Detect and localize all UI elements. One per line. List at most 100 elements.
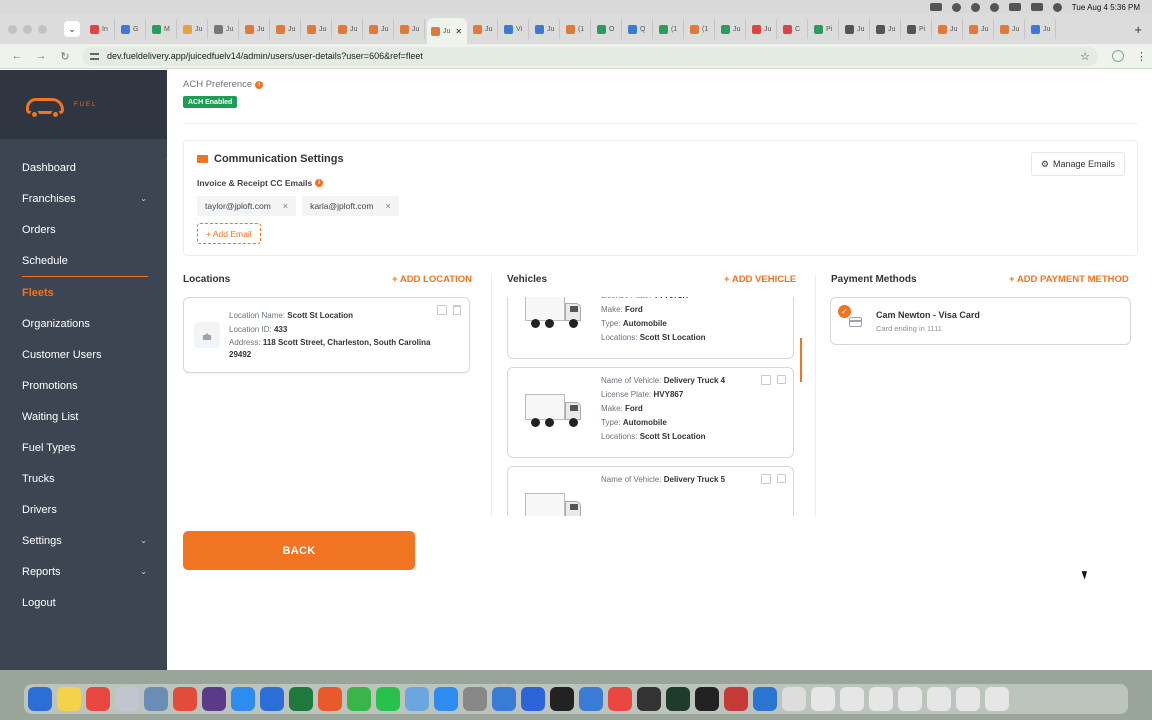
site-info-icon[interactable] <box>90 52 99 60</box>
dock-app-icon[interactable] <box>405 687 429 711</box>
dock-app-icon[interactable] <box>492 687 516 711</box>
sidebar-item-settings[interactable]: Settings ⌄ <box>0 525 167 556</box>
bookmark-star-icon[interactable]: ☆ <box>1080 50 1090 63</box>
dock-app-icon[interactable] <box>840 687 864 711</box>
dock-app-icon[interactable] <box>463 687 487 711</box>
back-button[interactable]: BACK <box>183 531 415 570</box>
sidebar-item-drivers[interactable]: Drivers <box>0 494 167 525</box>
dock-app-icon[interactable] <box>57 687 81 711</box>
browser-tab[interactable]: Ju <box>334 19 363 39</box>
add-location-button[interactable]: + ADD LOCATION <box>392 274 472 285</box>
browser-tab-active[interactable]: Ju ✕ <box>427 18 467 44</box>
dock-app-icon[interactable] <box>724 687 748 711</box>
browser-tab[interactable]: Ju <box>179 19 208 39</box>
remove-email-icon[interactable]: × <box>386 201 391 211</box>
vehicles-scrollbar[interactable] <box>800 338 802 382</box>
add-vehicle-button[interactable]: + ADD VEHICLE <box>724 274 796 285</box>
dock-app-icon[interactable] <box>550 687 574 711</box>
new-tab-button[interactable]: + <box>1134 22 1142 37</box>
location-card[interactable]: Location Name: Scott St Location Locatio… <box>183 297 470 373</box>
dock-app-icon[interactable] <box>86 687 110 711</box>
add-email-button[interactable]: + Add Email <box>197 223 261 244</box>
minimize-window-button[interactable] <box>23 24 32 34</box>
manage-emails-button[interactable]: ⚙ Manage Emails <box>1030 152 1125 176</box>
vehicles-list[interactable]: Name of Vehicle: Delivery Truck 3License… <box>506 297 803 516</box>
status-icon[interactable] <box>951 2 961 12</box>
browser-tab[interactable]: Ju <box>934 19 963 39</box>
dock-app-icon[interactable] <box>28 687 52 711</box>
browser-tab[interactable]: Ju <box>303 19 332 39</box>
dock-app-icon[interactable] <box>985 687 1009 711</box>
sidebar-item-fuel-types[interactable]: Fuel Types <box>0 432 167 463</box>
remove-email-icon[interactable]: × <box>283 201 288 211</box>
dock-app-icon[interactable] <box>956 687 980 711</box>
dock-app-icon[interactable] <box>666 687 690 711</box>
browser-tab[interactable]: Ju <box>996 19 1025 39</box>
browser-tab[interactable]: Pi <box>810 19 839 39</box>
dock-app-icon[interactable] <box>753 687 777 711</box>
play-icon[interactable] <box>970 2 980 12</box>
dock-app-icon[interactable] <box>434 687 458 711</box>
forward-arrow-icon[interactable]: → <box>34 50 48 62</box>
brand-logo[interactable]: juiced FUEL <box>0 70 1152 720</box>
screen-share-icon[interactable] <box>929 3 942 11</box>
copy-icon[interactable] <box>777 375 786 384</box>
zoom-window-button[interactable] <box>38 24 47 34</box>
browser-tab[interactable]: Ju <box>365 19 394 39</box>
sidebar-item-promotions[interactable]: Promotions <box>0 370 167 401</box>
sidebar-item-dashboard[interactable]: Dashboard <box>0 152 167 183</box>
browser-tab[interactable]: Ju <box>469 19 498 39</box>
tab-search-button[interactable]: ⌄ <box>64 21 80 37</box>
dock-app-icon[interactable] <box>695 687 719 711</box>
browser-tab[interactable]: Pi <box>903 19 932 39</box>
profile-icon[interactable] <box>1112 50 1124 62</box>
back-arrow-icon[interactable]: ← <box>10 50 24 62</box>
kebab-menu-icon[interactable]: ⋮ <box>1136 50 1147 63</box>
copy-icon[interactable] <box>777 474 786 483</box>
dock-app-icon[interactable] <box>579 687 603 711</box>
dock-app-icon[interactable] <box>782 687 806 711</box>
sidebar-item-reports[interactable]: Reports ⌄ <box>0 556 167 587</box>
info-icon[interactable]: i <box>315 179 324 187</box>
dock-app-icon[interactable] <box>637 687 661 711</box>
sidebar-item-schedule[interactable]: Schedule <box>0 245 167 276</box>
sidebar-item-customer-users[interactable]: Customer Users <box>0 339 167 370</box>
dock-app-icon[interactable] <box>144 687 168 711</box>
payment-method-card[interactable]: ✓ Cam Newton - Visa Card Card ending in … <box>830 297 1131 345</box>
browser-tab[interactable]: Ju <box>241 19 270 39</box>
browser-tab[interactable]: (1 <box>562 19 591 39</box>
info-icon[interactable]: i <box>255 80 264 89</box>
browser-tab[interactable]: Ju <box>841 19 870 39</box>
sidebar-item-franchises[interactable]: Franchises ⌄ <box>0 183 167 214</box>
dock-app-icon[interactable] <box>927 687 951 711</box>
sidebar-item-organizations[interactable]: Organizations <box>0 308 167 339</box>
browser-tab[interactable]: Ju <box>210 19 239 39</box>
browser-tab[interactable]: Ju <box>272 19 301 39</box>
trash-icon[interactable] <box>453 305 461 315</box>
dock-app-icon[interactable] <box>869 687 893 711</box>
vehicle-card[interactable]: Name of Vehicle: Delivery Truck 5 <box>507 466 794 516</box>
browser-tab[interactable]: Ju <box>965 19 994 39</box>
reload-icon[interactable]: ↻ <box>58 50 72 63</box>
dock-app-icon[interactable] <box>608 687 632 711</box>
sidebar-item-trucks[interactable]: Trucks <box>0 463 167 494</box>
edit-icon[interactable] <box>437 305 447 315</box>
dock-app-icon[interactable] <box>898 687 922 711</box>
sidebar-item-orders[interactable]: Orders <box>0 214 167 245</box>
dock-app-icon[interactable] <box>811 687 835 711</box>
dock-app-icon[interactable] <box>318 687 342 711</box>
add-payment-method-button[interactable]: + ADD PAYMENT METHOD <box>1009 274 1129 285</box>
dock-app-icon[interactable] <box>173 687 197 711</box>
menubar-datetime[interactable]: Tue Aug 4 5:36 PM <box>1072 3 1140 12</box>
close-window-button[interactable] <box>8 24 17 34</box>
dock-app-icon[interactable] <box>376 687 400 711</box>
browser-tab[interactable]: Ju <box>717 19 746 39</box>
sidebar-item-fleets[interactable]: Fleets <box>0 277 167 308</box>
browser-tab[interactable]: Ju <box>396 19 425 39</box>
browser-tab[interactable]: (1 <box>655 19 684 39</box>
control-center-icon[interactable] <box>1030 3 1043 11</box>
browser-tab[interactable]: Vi <box>500 19 529 39</box>
browser-tab[interactable]: G <box>117 19 146 39</box>
sidebar-item-waiting-list[interactable]: Waiting List <box>0 401 167 432</box>
address-bar[interactable]: dev.fueldelivery.app/juicedfuelv14/admin… <box>82 46 1098 66</box>
